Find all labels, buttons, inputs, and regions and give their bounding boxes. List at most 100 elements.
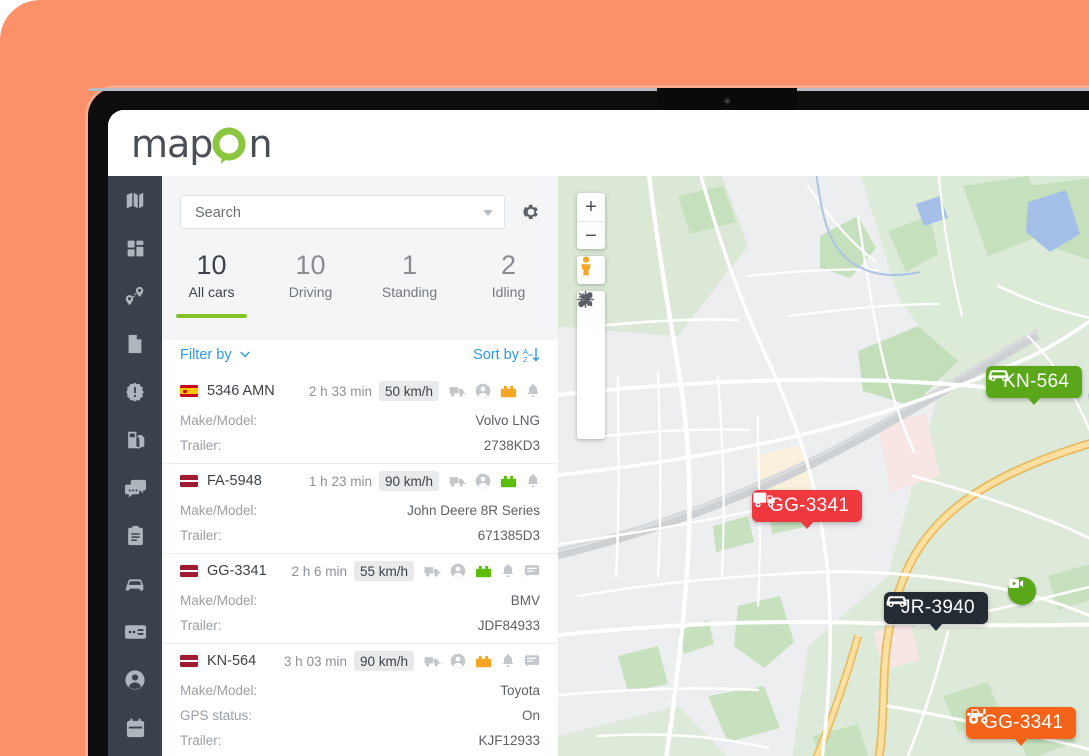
screenshot-stage: map n Search 10 All cars 10 Driving 1 St… <box>0 0 1089 756</box>
vehicle-speed: 90 km/h <box>353 651 414 671</box>
status-tabs: 10 All cars 10 Driving 1 Standing 2 Idli… <box>162 244 558 318</box>
map-marker-kn-564[interactable]: KN-564 <box>986 366 1083 405</box>
map-marker-gg-3341-truck[interactable]: GG-3341 <box>752 490 863 529</box>
map-marker-jr-3940[interactable]: JR-3940 <box>884 592 988 631</box>
logo-text-right: n <box>248 122 272 166</box>
video-badge-button[interactable] <box>1008 577 1036 605</box>
sidebar-item-calendar[interactable] <box>108 704 162 752</box>
vehicle-row-header[interactable]: KN-564 3 h 03 min 90 km/h <box>180 644 540 678</box>
tab-all-cars[interactable]: 10 All cars <box>162 244 261 318</box>
vehicle-gps-status-value: On <box>521 708 540 723</box>
sidebar-item-routes[interactable] <box>108 272 162 320</box>
battery-icon-button[interactable] <box>475 565 492 578</box>
battery-icon-button[interactable] <box>475 655 492 668</box>
vehicle-row[interactable]: FA-5948 1 h 23 min 90 km/h Make/Model: John … <box>162 464 558 554</box>
dashboard-icon <box>127 240 143 256</box>
vehicle-row-header[interactable]: 5346 AMN 2 h 33 min 50 km/h <box>180 374 540 408</box>
vehicle-row[interactable]: KN-564 3 h 03 min 90 km/h Make/Model: Toyota… <box>162 644 558 756</box>
zoom-out-button[interactable]: − <box>577 222 605 250</box>
sidebar-item-drivers[interactable] <box>108 656 162 704</box>
battery-icon <box>475 655 492 667</box>
driver-icon-button[interactable] <box>475 473 491 489</box>
message-icon-button[interactable] <box>524 654 540 668</box>
collapse-view-button[interactable] <box>577 292 605 405</box>
street-view-pegman-button[interactable] <box>577 256 605 284</box>
vehicle-make-model-label: Make/Model: <box>180 503 258 518</box>
tab-driving[interactable]: 10 Driving <box>261 244 360 314</box>
vehicle-row-icons <box>449 473 540 489</box>
sidebar-nav <box>108 176 162 756</box>
route-tool-button[interactable] <box>577 292 605 349</box>
areas-tool-button[interactable] <box>577 293 605 377</box>
bell-icon-button[interactable] <box>501 563 515 579</box>
sidebar-item-messages[interactable] <box>108 464 162 512</box>
map-canvas[interactable]: + − KN-564 GG-3341 JR-3940 GG-3341 <box>558 176 1089 756</box>
calendar-icon <box>126 718 144 737</box>
message-icon-button[interactable] <box>524 564 540 578</box>
search-box[interactable] <box>180 195 505 230</box>
vehicle-trailer-value: JDF84933 <box>477 618 540 633</box>
sidebar-item-reports[interactable] <box>108 320 162 368</box>
vehicle-plate: 5346 AMN <box>207 383 275 399</box>
tab-idling[interactable]: 2 Idling <box>459 244 558 314</box>
battery-icon-button[interactable] <box>500 385 517 398</box>
chevron-down-icon[interactable] <box>483 210 493 216</box>
sidebar-item-alerts[interactable] <box>108 368 162 416</box>
driver-icon-button[interactable] <box>475 383 491 399</box>
driver-icon <box>450 563 466 579</box>
trailer-icon <box>424 566 441 577</box>
message-icon <box>524 565 540 577</box>
vehicle-row[interactable]: 5346 AMN 2 h 33 min 50 km/h Make/Model: Volv… <box>162 374 558 464</box>
vehicle-duration: 1 h 23 min <box>308 473 372 489</box>
zoom-in-button[interactable]: + <box>577 193 605 222</box>
locate-me-button[interactable] <box>577 291 605 433</box>
sidebar-item-dashboard[interactable] <box>108 224 162 272</box>
gear-icon <box>523 204 538 219</box>
trailer-icon-button[interactable] <box>424 565 441 578</box>
bell-icon-button[interactable] <box>526 473 540 489</box>
country-flag-icon <box>180 655 198 667</box>
tab-active-indicator <box>175 314 248 318</box>
vehicle-gps-status: GPS status: On <box>180 703 540 728</box>
vehicle-make-model-value: John Deere 8R Series <box>407 503 540 518</box>
tab-standing[interactable]: 1 Standing <box>360 244 459 314</box>
bell-icon <box>502 654 514 668</box>
vehicle-list-panel: 10 All cars 10 Driving 1 Standing <box>162 176 558 756</box>
filter-by-button[interactable]: Filter by <box>180 347 250 363</box>
sidebar-item-vehicles[interactable] <box>108 560 162 608</box>
vehicle-make-model-label: Make/Model: <box>180 683 258 698</box>
sort-by-button[interactable]: Sort by A Z <box>473 347 540 363</box>
tab-count: 2 <box>500 250 517 280</box>
trailer-icon-button[interactable] <box>449 385 466 398</box>
vehicle-row[interactable]: GG-3341 2 h 6 min 55 km/h Make/Model: BMV Tra… <box>162 554 558 644</box>
country-flag-icon <box>180 475 198 487</box>
driver-icon <box>475 383 491 399</box>
vehicle-list[interactable]: 5346 AMN 2 h 33 min 50 km/h Make/Model: Volv… <box>162 374 558 756</box>
search-input[interactable] <box>193 196 467 230</box>
driver-icon-button[interactable] <box>450 653 466 669</box>
route-pins-icon <box>125 286 144 306</box>
mapon-logo[interactable]: map n <box>131 122 273 166</box>
document-icon <box>128 334 142 354</box>
trailer-icon-button[interactable] <box>424 655 441 668</box>
battery-icon-button[interactable] <box>500 475 517 488</box>
vehicle-row-header[interactable]: GG-3341 2 h 6 min 55 km/h <box>180 554 540 588</box>
bell-icon-button[interactable] <box>526 383 540 399</box>
sidebar-item-tasks[interactable] <box>108 512 162 560</box>
vehicle-make-model: Make/Model: John Deere 8R Series <box>180 498 540 523</box>
vehicle-trailer-value: 671385D3 <box>477 528 540 543</box>
logo-pin-icon <box>212 127 246 164</box>
settings-gear-button[interactable] <box>519 200 543 224</box>
sidebar-item-cards[interactable] <box>108 608 162 656</box>
driver-icon-button[interactable] <box>450 563 466 579</box>
message-icon <box>524 655 540 667</box>
trailer-icon <box>449 476 466 487</box>
vehicle-make-model-label: Make/Model: <box>180 413 258 428</box>
sidebar-item-map[interactable] <box>108 176 162 224</box>
trailer-icon-button[interactable] <box>449 475 466 488</box>
map-tiles <box>558 176 1089 756</box>
vehicle-row-header[interactable]: FA-5948 1 h 23 min 90 km/h <box>180 464 540 498</box>
map-marker-gg-3341-tractor[interactable]: GG-3341 <box>966 707 1077 746</box>
bell-icon-button[interactable] <box>501 653 515 669</box>
sidebar-item-fuel[interactable] <box>108 416 162 464</box>
